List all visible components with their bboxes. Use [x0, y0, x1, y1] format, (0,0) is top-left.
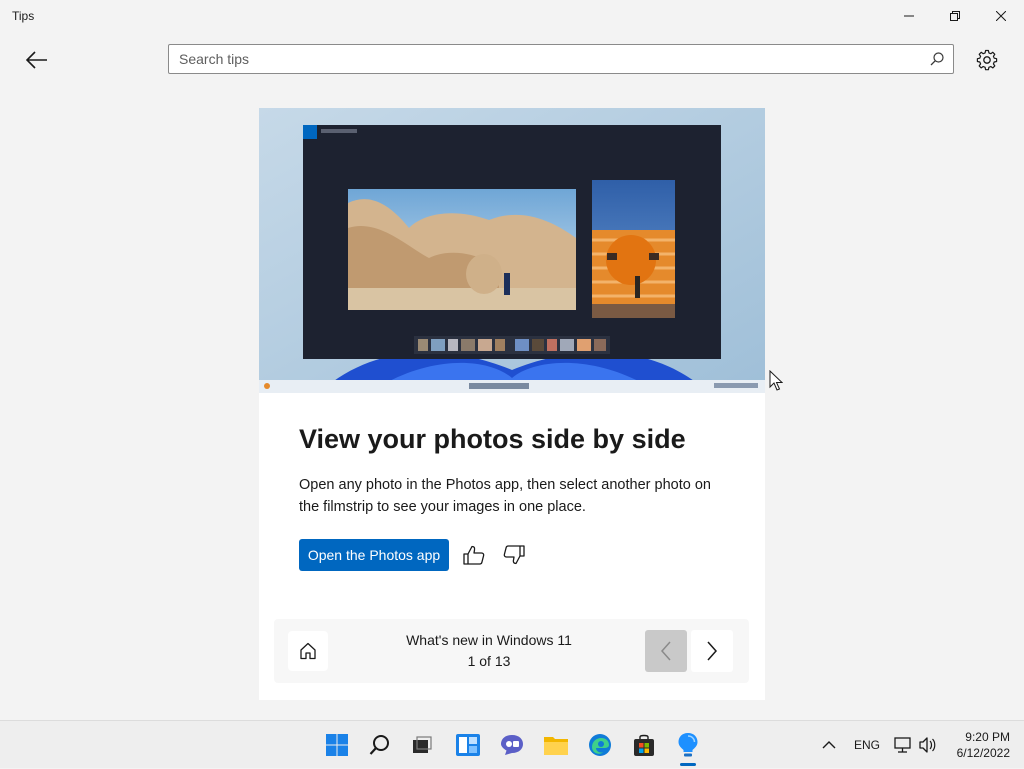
chat-icon	[501, 735, 523, 755]
tips-icon	[678, 733, 698, 757]
task-view-icon	[413, 736, 432, 753]
close-button[interactable]	[978, 0, 1024, 32]
taskbar-clock[interactable]: 9:20 PM 6/12/2022	[944, 729, 1010, 761]
language-indicator[interactable]: ENG	[854, 721, 880, 769]
previous-tip-button[interactable]	[645, 630, 687, 672]
tip-card: View your photos side by side Open any p…	[259, 108, 765, 700]
widgets-button[interactable]	[452, 729, 484, 761]
collection-title: What's new in Windows 11	[406, 632, 572, 648]
minimize-button[interactable]	[886, 0, 932, 32]
taskbar-search-button[interactable]	[364, 729, 396, 761]
collection-info: What's new in Windows 11 1 of 13	[384, 630, 594, 672]
edge-button[interactable]	[584, 729, 616, 761]
home-icon	[300, 642, 316, 660]
store-icon	[634, 734, 654, 756]
app-title: Tips	[12, 9, 35, 23]
back-arrow-icon	[26, 51, 47, 69]
file-explorer-button[interactable]	[540, 729, 572, 761]
title-bar: Tips	[0, 0, 1024, 32]
widgets-icon	[456, 734, 480, 756]
minimize-icon	[904, 15, 914, 17]
network-icon	[894, 737, 911, 753]
thumbs-up-button[interactable]	[461, 543, 487, 567]
thumbs-up-icon	[463, 545, 485, 565]
open-photos-app-button[interactable]: Open the Photos app	[299, 539, 449, 571]
tip-hero-image	[259, 108, 765, 393]
tip-position: 1 of 13	[467, 653, 511, 669]
active-app-indicator	[680, 763, 696, 766]
chat-button[interactable]	[496, 729, 528, 761]
clock-time: 9:20 PM	[965, 730, 1010, 744]
thumbs-down-button[interactable]	[501, 543, 527, 567]
search-icon[interactable]	[929, 51, 945, 67]
search-taskbar-icon	[369, 735, 389, 755]
volume-icon	[919, 737, 936, 753]
settings-button[interactable]	[970, 44, 1004, 76]
thumbs-down-icon	[503, 545, 525, 565]
tip-navigation-bar: What's new in Windows 11 1 of 13	[274, 619, 749, 683]
home-button[interactable]	[288, 631, 328, 671]
taskbar: ENG 9:20 PM 6/12/2022	[0, 720, 1024, 768]
chevron-up-icon	[822, 741, 836, 749]
network-button[interactable]	[893, 721, 913, 769]
chevron-right-icon	[707, 641, 718, 661]
search-input[interactable]	[169, 45, 929, 73]
back-button[interactable]	[16, 44, 58, 76]
store-button[interactable]	[628, 729, 660, 761]
clock-date: 6/12/2022	[956, 746, 1010, 760]
tip-description: Open any photo in the Photos app, then s…	[299, 477, 711, 515]
show-hidden-icons-button[interactable]	[822, 721, 836, 769]
mouse-cursor-icon	[769, 370, 783, 391]
restore-icon	[950, 11, 960, 21]
next-tip-button[interactable]	[691, 630, 733, 672]
restore-button[interactable]	[932, 0, 978, 32]
tip-title: View your photos side by side	[299, 424, 686, 454]
task-view-button[interactable]	[406, 729, 438, 761]
start-button[interactable]	[321, 729, 353, 761]
search-box[interactable]	[168, 44, 954, 74]
chevron-left-icon	[660, 641, 671, 661]
file-explorer-icon	[544, 737, 568, 755]
volume-button[interactable]	[918, 721, 938, 769]
start-icon	[326, 734, 348, 756]
tips-taskbar-button[interactable]	[672, 729, 704, 761]
edge-icon	[589, 734, 611, 756]
gear-icon	[976, 49, 998, 71]
close-icon	[996, 11, 1006, 21]
